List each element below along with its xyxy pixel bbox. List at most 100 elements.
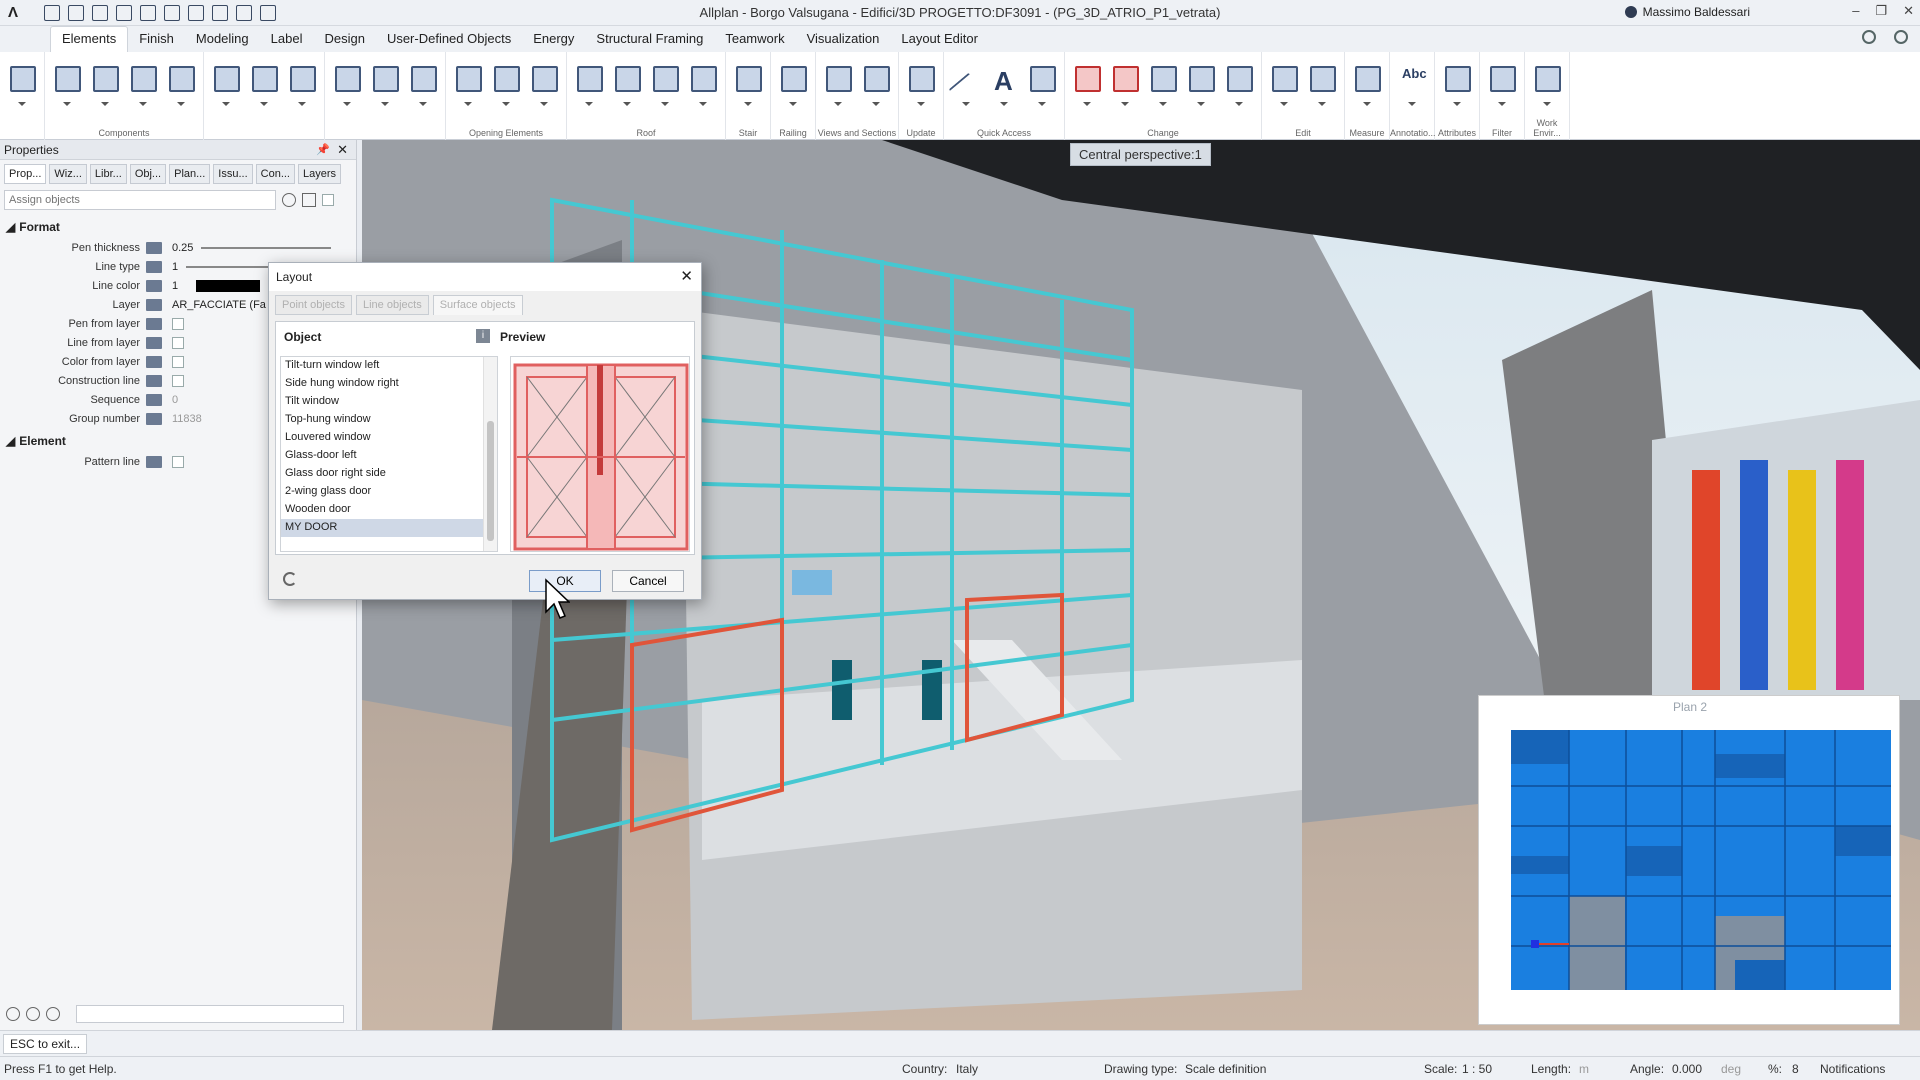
dropdown-arrow-icon[interactable] [1280, 102, 1288, 106]
ribbon-tool-icon[interactable] [165, 62, 197, 106]
dropdown-arrow-icon[interactable] [419, 102, 427, 106]
dropdown-arrow-icon[interactable] [381, 102, 389, 106]
object-list-item[interactable]: MY DOOR [281, 519, 497, 537]
object-list-item[interactable]: Glass door right side [281, 465, 497, 483]
copy-icon[interactable] [26, 1007, 40, 1021]
menu-tab-energy[interactable]: Energy [522, 27, 585, 52]
scrollbar-thumb[interactable] [487, 421, 494, 541]
menu-tab-structural-framing[interactable]: Structural Framing [585, 27, 714, 52]
assign-objects-input[interactable] [4, 190, 276, 210]
ribbon-tool-icon[interactable] [286, 62, 318, 106]
dropdown-arrow-icon[interactable] [260, 102, 268, 106]
ribbon-tool-icon[interactable] [777, 62, 809, 106]
property-slider[interactable] [201, 246, 332, 249]
ribbon-tool-icon[interactable] [1223, 62, 1255, 106]
ribbon-tool-icon[interactable] [51, 62, 83, 106]
object-list-item[interactable]: Top-hung window [281, 411, 497, 429]
ribbon-tool-icon[interactable] [649, 62, 681, 106]
scale-value[interactable]: 1 : 50 [1462, 1062, 1492, 1076]
pencil-icon[interactable] [6, 1007, 20, 1021]
ribbon-tool-icon[interactable] [210, 62, 242, 106]
property-checkbox[interactable] [172, 317, 184, 330]
ribbon-tool-icon[interactable] [573, 62, 605, 106]
dropdown-arrow-icon[interactable] [1235, 102, 1243, 106]
dropdown-arrow-icon[interactable] [18, 102, 26, 106]
ribbon-tool-icon[interactable] [248, 62, 280, 106]
filter-icon[interactable] [302, 193, 316, 207]
property-checkbox[interactable] [172, 336, 184, 349]
notifications[interactable]: Notifications [1820, 1062, 1885, 1076]
country-value[interactable]: Italy [956, 1062, 978, 1076]
dropdown-arrow-icon[interactable] [139, 102, 147, 106]
ribbon-tool-icon[interactable] [331, 62, 363, 106]
property-value[interactable]: 0 [172, 394, 178, 406]
perspective-label[interactable]: Central perspective:1 [1070, 143, 1211, 166]
dropdown-arrow-icon[interactable] [1159, 102, 1167, 106]
user-block[interactable]: Massimo Baldessari [1624, 5, 1750, 19]
ribbon-tool-icon[interactable] [1351, 62, 1383, 106]
ribbon-tool-icon[interactable] [1268, 62, 1300, 106]
dropdown-arrow-icon[interactable] [177, 102, 185, 106]
dropdown-arrow-icon[interactable] [63, 102, 71, 106]
list-scrollbar[interactable] [483, 357, 497, 551]
search-icon[interactable] [282, 193, 296, 207]
ribbon-tool-icon[interactable] [528, 62, 560, 106]
ribbon-tool-icon[interactable] [1185, 62, 1217, 106]
dialog-tab-surface-objects[interactable]: Surface objects [432, 295, 523, 315]
drawing-type-value[interactable]: Scale definition [1185, 1062, 1266, 1076]
angle-value[interactable]: 0.000 [1672, 1062, 1702, 1076]
object-list-item[interactable]: Tilt window [281, 393, 497, 411]
dropdown-arrow-icon[interactable] [744, 102, 752, 106]
dropdown-arrow-icon[interactable] [1083, 102, 1091, 106]
dropdown-arrow-icon[interactable] [1000, 102, 1008, 106]
properties-tab-libr[interactable]: Libr... [89, 164, 127, 184]
ribbon-tool-icon[interactable] [611, 62, 643, 106]
ribbon-tool-icon[interactable] [1531, 62, 1563, 106]
ribbon-tool-icon[interactable] [1026, 62, 1058, 106]
dropdown-arrow-icon[interactable] [540, 102, 548, 106]
object-list-item[interactable]: Tilt-turn window left [281, 357, 497, 375]
dropdown-arrow-icon[interactable] [917, 102, 925, 106]
dropdown-arrow-icon[interactable] [661, 102, 669, 106]
minimize-icon[interactable]: – [1852, 3, 1859, 19]
dropdown-arrow-icon[interactable] [1498, 102, 1506, 106]
menu-tab-finish[interactable]: Finish [128, 27, 185, 52]
ribbon-tool-icon[interactable] [732, 62, 764, 106]
ribbon-tool-icon[interactable] [1306, 62, 1338, 106]
dropdown-arrow-icon[interactable] [623, 102, 631, 106]
dropdown-arrow-icon[interactable] [1197, 102, 1205, 106]
ribbon-tool-icon[interactable] [687, 62, 719, 106]
dialog-close-icon[interactable]: ✕ [680, 267, 693, 285]
menu-tab-layout-editor[interactable]: Layout Editor [890, 27, 989, 52]
info-icon[interactable]: i [476, 329, 490, 343]
ribbon-tool-icon[interactable] [1071, 62, 1103, 106]
dropdown-arrow-icon[interactable] [1543, 102, 1551, 106]
search-icon[interactable] [1894, 30, 1908, 44]
ribbon-tool-icon[interactable] [822, 62, 854, 106]
properties-tab-plan[interactable]: Plan... [169, 164, 211, 184]
ribbon-tool-icon[interactable] [89, 62, 121, 106]
plan-minimap[interactable]: Plan 2 [1478, 695, 1900, 1025]
line-color-swatch[interactable] [196, 279, 261, 292]
property-value[interactable]: 1 [172, 280, 178, 292]
favorites-combo[interactable] [76, 1005, 344, 1023]
property-value[interactable]: 0.25 [172, 242, 193, 254]
ribbon-tool-icon[interactable] [369, 62, 401, 106]
dialog-titlebar[interactable]: Layout ✕ [269, 263, 701, 291]
menu-tab-elements[interactable]: Elements [50, 26, 129, 52]
object-list[interactable]: Tilt-turn window left Side hung window ri… [280, 356, 498, 552]
export-icon[interactable] [46, 1007, 60, 1021]
dropdown-arrow-icon[interactable] [343, 102, 351, 106]
ribbon-tool-icon[interactable] [860, 62, 892, 106]
ribbon-tool-icon[interactable] [1441, 62, 1473, 106]
ribbon-tool-icon[interactable] [1486, 62, 1518, 106]
ribbon-tool-icon[interactable] [127, 62, 159, 106]
dropdown-arrow-icon[interactable] [1453, 102, 1461, 106]
menu-tab-user-defined-objects[interactable]: User-Defined Objects [376, 27, 522, 52]
object-list-item[interactable]: Glass-door left [281, 447, 497, 465]
property-checkbox[interactable] [172, 374, 184, 387]
object-list-item[interactable]: 2-wing glass door [281, 483, 497, 501]
properties-tab-con[interactable]: Con... [255, 164, 295, 184]
ribbon-tool-icon[interactable]: Abc [1396, 62, 1428, 106]
properties-tab-layers[interactable]: Layers [298, 164, 342, 184]
